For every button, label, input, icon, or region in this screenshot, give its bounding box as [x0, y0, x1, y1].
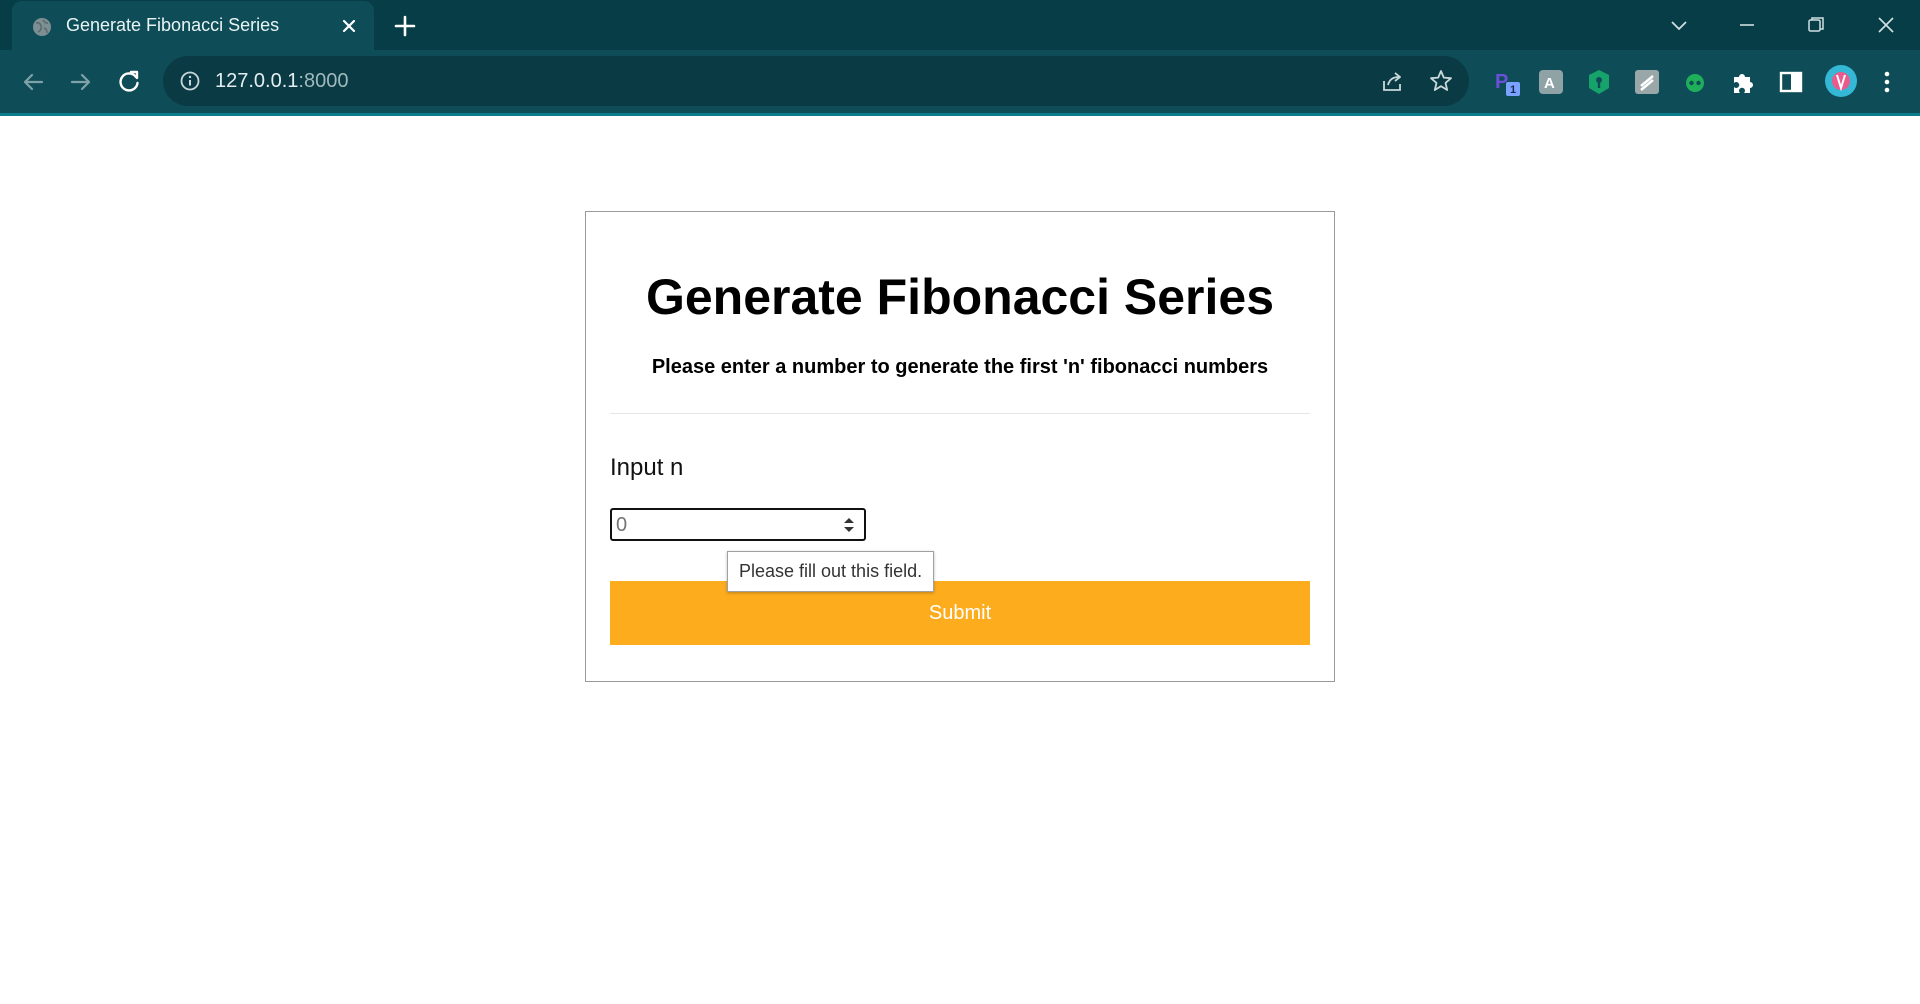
url-host: 127.0.0.1 [215, 70, 299, 92]
page-title: Generate Fibonacci Series [645, 269, 1275, 325]
bookmark-star-icon[interactable] [1428, 68, 1454, 94]
svg-text:A: A [1544, 75, 1555, 92]
minimize-icon[interactable] [1732, 10, 1762, 40]
close-window-icon[interactable] [1871, 10, 1901, 40]
tab-title: Generate Fibonacci Series [66, 15, 280, 35]
translate-extension-icon[interactable]: A [1537, 68, 1565, 96]
puzzle-extensions-icon[interactable] [1729, 68, 1757, 96]
back-arrow-icon[interactable] [18, 67, 48, 97]
fibonacci-form-card: Generate Fibonacci Series Please enter a… [585, 211, 1335, 682]
close-tab-icon[interactable] [338, 15, 360, 37]
profile-avatar[interactable] [1824, 64, 1858, 98]
password-manager-icon[interactable] [1585, 68, 1613, 96]
globe-icon [33, 18, 51, 36]
number-spinner-icon[interactable] [838, 513, 860, 537]
browser-tab[interactable]: Generate Fibonacci Series [12, 1, 374, 51]
input-n-label: Input n [610, 454, 684, 481]
url-text: 127.0.0.1:8000 [215, 70, 348, 93]
side-panel-icon[interactable] [1777, 68, 1805, 96]
submit-button[interactable]: Submit [610, 581, 1310, 645]
restore-icon[interactable] [1801, 10, 1831, 40]
address-bar[interactable]: 127.0.0.1:8000 [163, 56, 1469, 106]
input-n-field-wrapper[interactable] [610, 508, 866, 541]
divider [610, 413, 1310, 414]
reader-extension-icon[interactable]: P 1 [1492, 68, 1520, 96]
tab-search-chevron-icon[interactable] [1664, 10, 1694, 40]
site-info-icon[interactable] [179, 70, 201, 92]
input-n-field[interactable] [616, 513, 826, 537]
url-port: :8000 [298, 70, 349, 92]
green-robot-extension-icon[interactable] [1681, 68, 1709, 96]
extension-badge: 1 [1510, 84, 1516, 96]
share-icon[interactable] [1380, 69, 1406, 95]
tab-strip: Generate Fibonacci Series [0, 0, 1920, 51]
more-menu-icon[interactable] [1873, 68, 1901, 96]
reload-icon[interactable] [114, 67, 144, 97]
new-tab-icon[interactable] [392, 13, 418, 39]
page-subtitle: Please enter a number to generate the fi… [651, 356, 1269, 378]
validation-tooltip: Please fill out this field. [727, 551, 935, 592]
browser-toolbar: 127.0.0.1:8000 P 1 A [0, 50, 1920, 116]
forward-arrow-icon[interactable] [66, 67, 96, 97]
notes-extension-icon[interactable] [1633, 68, 1661, 96]
